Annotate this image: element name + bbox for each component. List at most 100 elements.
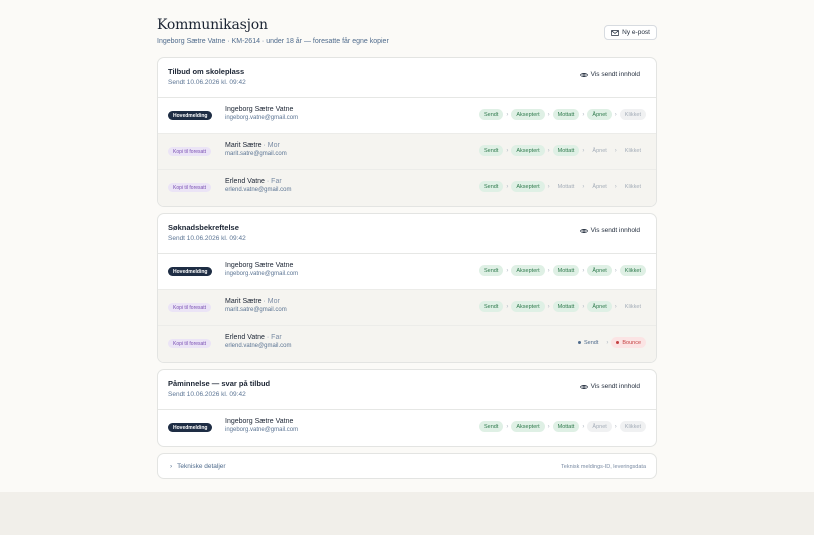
status-pill: Mottatt (552, 301, 580, 312)
recipient-info: Ingeborg Sætre Vatne ingeborg.vatne@gmai… (225, 262, 298, 277)
recipient-role-badge: Kopi til foresatt (168, 147, 212, 156)
recipient-email: erlend.vatne@gmail.com (225, 343, 292, 349)
recipient-info: Marit Sætre · Mor marit.satre@gmail.com (225, 142, 287, 157)
chevron-right-icon: › (547, 147, 550, 154)
chevron-right-icon: › (614, 423, 617, 430)
status-pill: Sendt (479, 145, 504, 156)
recipient-row: Hovedmelding Ingeborg Sætre Vatne ingebor… (158, 98, 656, 134)
technical-details-toggle[interactable]: › Tekniske detaljer Teknisk meldings-ID,… (157, 453, 657, 479)
delivery-status-track: Sendt › Akseptert › Mottatt › Åpnet › Klikket (479, 301, 646, 312)
recipient-name: Ingeborg Sætre Vatne (225, 418, 294, 425)
chevron-right-icon: › (170, 463, 173, 470)
chevron-right-icon: › (506, 303, 509, 310)
status-pill: Sendt (479, 301, 504, 312)
chevron-right-icon: › (614, 111, 617, 118)
recipient-relation: · Mor (263, 298, 280, 305)
page-background: Kommunikasjon Ingeborg Sætre Vatne · KM-… (0, 0, 814, 492)
recipient-name: Marit Sætre (225, 298, 262, 305)
view-sent-content-button[interactable]: Vis sendt innhold (579, 227, 640, 234)
recipient-relation: · Mor (263, 142, 280, 149)
status-pill: Klikket (619, 421, 646, 432)
recipient-email: erlend.vatne@gmail.com (225, 187, 292, 193)
view-sent-content-button[interactable]: Vis sendt innhold (579, 71, 640, 78)
recipient-row: Kopi til foresatt Erlend Vatne · Far erlen… (158, 326, 656, 362)
message-sections: Tilbud om skoleplass Sendt 10.06.2026 kl.… (157, 57, 657, 479)
status-pill: Akseptert (511, 181, 545, 192)
status-pill: Mottatt (552, 109, 580, 120)
status-dot-icon (577, 341, 581, 344)
chevron-right-icon: › (582, 183, 585, 190)
chevron-right-icon: › (506, 267, 509, 274)
status-pill: Åpnet (587, 109, 612, 120)
chevron-right-icon: › (506, 183, 509, 190)
status-pill: Åpnet (592, 147, 607, 154)
chevron-right-icon: › (614, 303, 617, 310)
chevron-right-icon: › (582, 111, 585, 118)
chevron-right-icon: › (506, 111, 509, 118)
chevron-right-icon: › (506, 423, 509, 430)
chevron-right-icon: › (547, 267, 550, 274)
eye-icon (579, 228, 588, 233)
recipient-name: Erlend Vatne (225, 178, 265, 185)
chevron-right-icon: › (582, 303, 585, 310)
view-sent-label: Vis sendt innhold (590, 227, 640, 234)
message-card-header: Søknadsbekreftelse Sendt 10.06.2026 kl. 0… (158, 214, 656, 254)
status-pill: Mottatt (557, 183, 575, 190)
message-title: Søknadsbekreftelse (168, 223, 239, 232)
recipient-name: Ingeborg Sætre Vatne (225, 262, 294, 269)
recipient-relation: · Far (266, 334, 282, 341)
view-sent-label: Vis sendt innhold (590, 383, 640, 390)
status-pill: Åpnet (587, 265, 612, 276)
technical-details-label: Tekniske detaljer (177, 463, 226, 470)
delivery-status-track: Sendt › Akseptert › Mottatt › Åpnet › Klikket (479, 181, 646, 192)
recipient-email: marit.satre@gmail.com (225, 151, 287, 157)
message-card: Påminnelse — svar på tilbud Sendt 10.06.2… (157, 369, 657, 447)
chevron-right-icon: › (606, 339, 609, 346)
delivery-status-track: Sendt › Akseptert › Mottatt › Åpnet › Klikket (479, 421, 646, 432)
recipient-email: ingeborg.vatne@gmail.com (225, 115, 299, 121)
status-pill: Akseptert (511, 265, 545, 276)
recipient-row: Kopi til foresatt Marit Sætre · Mor marit.… (158, 290, 656, 326)
status-pill: Åpnet (587, 421, 612, 432)
message-title: Påminnelse — svar på tilbud (168, 379, 271, 388)
delivery-status-track: Sendt › Akseptert › Mottatt › Åpnet › Klikket (479, 145, 646, 156)
chevron-right-icon: › (582, 423, 585, 430)
status-pill: Klikket (624, 147, 641, 154)
status-pill: Mottatt (552, 145, 580, 156)
message-sent-date: Sendt 10.06.2026 kl. 09:42 (168, 391, 246, 398)
recipient-role-badge: Kopi til foresatt (168, 183, 212, 192)
chevron-right-icon: › (582, 147, 585, 154)
message-title: Tilbud om skoleplass (168, 67, 245, 76)
delivery-status-track: Sendt › Bounce (573, 337, 646, 348)
status-pill: Akseptert (511, 421, 545, 432)
view-sent-label: Vis sendt innhold (590, 71, 640, 78)
chevron-right-icon: › (506, 147, 509, 154)
recipient-info: Ingeborg Sætre Vatne ingeborg.vatne@gmai… (225, 418, 298, 433)
recipient-email: marit.satre@gmail.com (225, 307, 287, 313)
chevron-right-icon: › (547, 111, 550, 118)
status-pill: Klikket (624, 303, 641, 310)
message-sent-date: Sendt 10.06.2026 kl. 09:42 (168, 79, 246, 86)
status-pill: Sendt (479, 265, 504, 276)
view-sent-content-button[interactable]: Vis sendt innhold (579, 383, 640, 390)
delivery-status-track: Sendt › Akseptert › Mottatt › Åpnet › Klikket (479, 265, 646, 276)
recipient-role-badge: Hovedmelding (168, 111, 213, 120)
status-pill: Sendt (479, 181, 504, 192)
chevron-right-icon: › (547, 303, 550, 310)
new-email-button[interactable]: Ny e-post (604, 25, 657, 40)
chevron-right-icon: › (582, 267, 585, 274)
chevron-right-icon: › (547, 423, 550, 430)
message-card-header: Påminnelse — svar på tilbud Sendt 10.06.2… (158, 370, 656, 410)
recipient-relation: · Far (266, 178, 282, 185)
status-pill: Mottatt (552, 265, 580, 276)
recipient-role-badge: Kopi til foresatt (168, 303, 212, 312)
recipient-row: Hovedmelding Ingeborg Sætre Vatne ingebor… (158, 254, 656, 290)
recipient-email: ingeborg.vatne@gmail.com (225, 427, 299, 433)
recipient-role-badge: Hovedmelding (168, 423, 213, 432)
eye-icon (579, 72, 588, 77)
message-card-header: Tilbud om skoleplass Sendt 10.06.2026 kl.… (158, 58, 656, 98)
recipient-info: Erlend Vatne · Far erlend.vatne@gmail.com (225, 178, 291, 193)
new-email-label: Ny e-post (622, 29, 650, 36)
status-pill: Bounce (611, 337, 646, 348)
status-pill: Klikket (619, 109, 646, 120)
